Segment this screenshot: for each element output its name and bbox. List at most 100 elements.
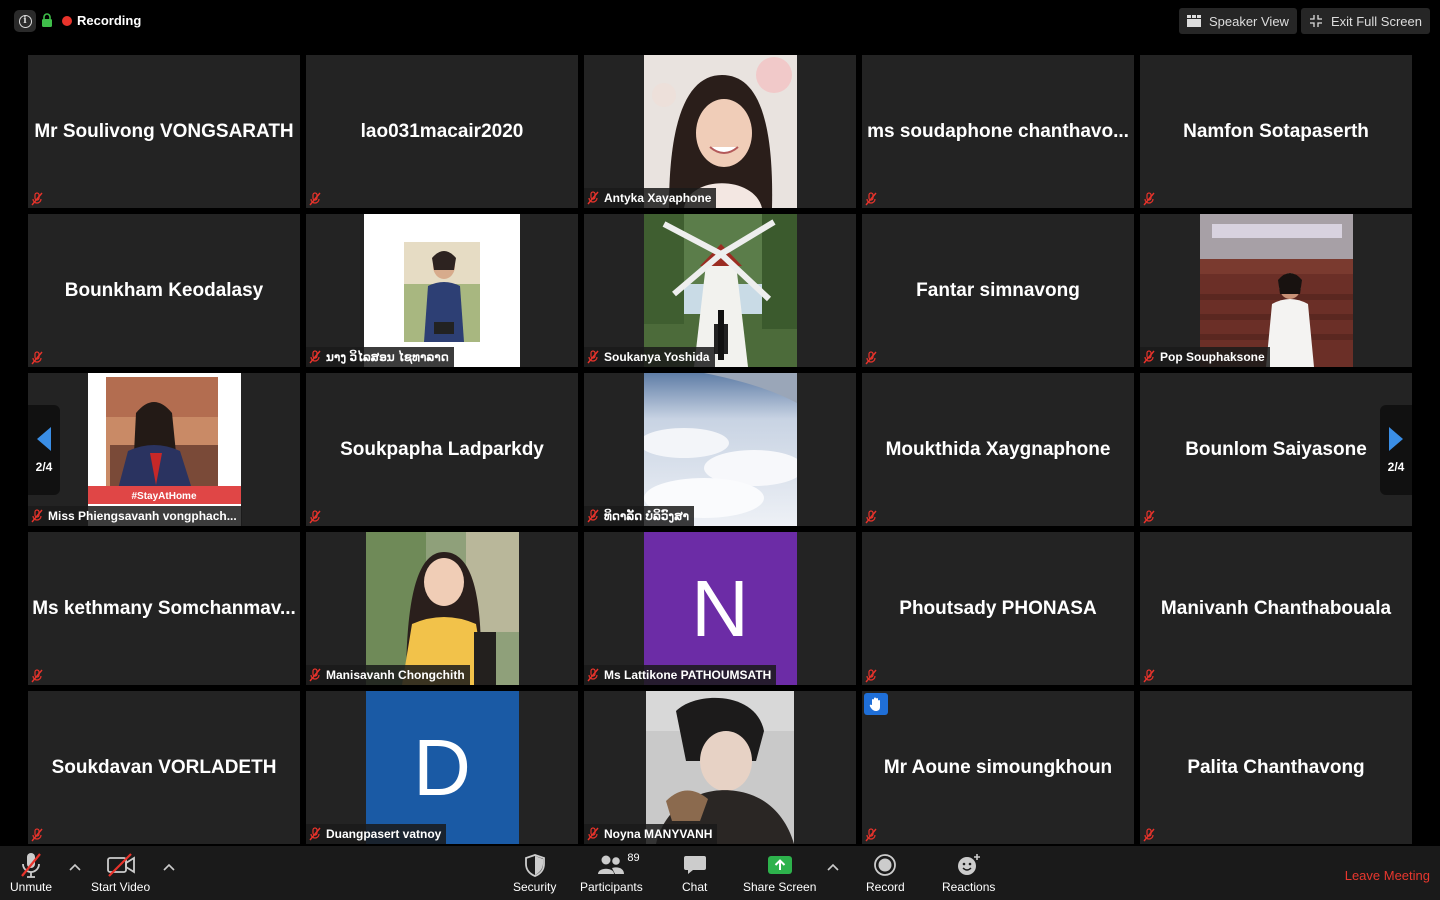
participant-tile[interactable]: Mr Aoune simoungkhoun	[862, 691, 1134, 844]
exit-full-screen-button[interactable]: Exit Full Screen	[1300, 8, 1430, 34]
participants-button[interactable]: 89 Participants	[580, 850, 643, 894]
participant-name-tag: Antyka Xayaphone	[584, 188, 717, 208]
share-screen-label: Share Screen	[743, 880, 817, 894]
muted-mic-icon	[1143, 350, 1155, 364]
participant-tile[interactable]: Fantar simnavong	[862, 214, 1134, 367]
muted-mic-icon	[865, 669, 877, 683]
security-button[interactable]: Security	[513, 850, 556, 894]
recording-dot-icon	[62, 15, 72, 26]
participant-tile[interactable]: Noyna MANYVANH	[584, 691, 856, 844]
muted-mic-icon	[309, 510, 321, 524]
muted-mic-icon	[309, 827, 321, 841]
participant-video	[639, 373, 804, 526]
participant-tile[interactable]: D Duangpasert vatnoy	[306, 691, 578, 844]
svg-text:N: N	[691, 564, 749, 653]
share-screen-icon	[767, 856, 792, 874]
participant-name-tag: ນາງ ວິໄລສອນ ໄຊທາລາດ	[306, 347, 454, 367]
participant-name: Duangpasert vatnoy	[326, 827, 442, 841]
participant-tile[interactable]: Manisavanh Chongchith	[306, 532, 578, 685]
participant-name: ms soudaphone chanthavo...	[867, 120, 1129, 142]
participant-tile[interactable]: Mr Soulivong VONGSARATH	[28, 55, 300, 208]
leave-meeting-button[interactable]: Leave Meeting	[1345, 868, 1430, 883]
lock-icon[interactable]	[41, 13, 53, 27]
recording-label: Recording	[77, 13, 142, 28]
participant-tile[interactable]: Ms kethmany Somchanmav...	[28, 532, 300, 685]
participant-name: Antyka Xayaphone	[604, 191, 712, 205]
arrow-right-icon	[1389, 427, 1403, 451]
record-button[interactable]: Record	[866, 850, 905, 894]
recording-indicator[interactable]: Recording	[62, 13, 141, 28]
muted-mic-icon	[31, 669, 43, 683]
participant-tile[interactable]: ນາງ ວິໄລສອນ ໄຊທາລາດ	[306, 214, 578, 367]
muted-mic-icon	[1143, 192, 1155, 206]
unmute-button[interactable]: Unmute	[10, 850, 52, 894]
muted-mic-icon	[31, 351, 43, 365]
previous-page-button[interactable]: 2/4	[28, 405, 60, 495]
participant-tile[interactable]: Manivanh Chanthabouala	[1140, 532, 1412, 685]
next-page-button[interactable]: 2/4	[1380, 405, 1412, 495]
start-video-button[interactable]: Start Video	[91, 850, 150, 894]
participant-name-tag: Miss Phiengsavanh vongphach...	[28, 506, 242, 526]
muted-mic-icon	[309, 668, 321, 682]
participant-tile[interactable]: ms soudaphone chanthavo...	[862, 55, 1134, 208]
participant-tile[interactable]: Soukdavan VORLADETH	[28, 691, 300, 844]
chat-bubble-icon	[683, 856, 706, 874]
reaction-emoji-icon	[957, 854, 980, 875]
participant-tile[interactable]: Antyka Xayaphone	[584, 55, 856, 208]
chat-label: Chat	[682, 880, 708, 894]
muted-mic-icon	[587, 191, 599, 205]
participant-tile[interactable]: Bounkham Keodalasy	[28, 214, 300, 367]
video-options-caret-icon[interactable]	[162, 862, 176, 872]
muted-mic-icon	[587, 350, 599, 364]
share-screen-button[interactable]: Share Screen	[743, 850, 816, 894]
participant-tile[interactable]: N Ms Lattikone PATHOUMSATH	[584, 532, 856, 685]
participant-tile[interactable]: Phoutsady PHONASA	[862, 532, 1134, 685]
speaker-view-button[interactable]: Speaker View	[1178, 8, 1297, 34]
participant-tile[interactable]: Palita Chanthavong	[1140, 691, 1412, 844]
participant-tile[interactable]: #StayAtHome Miss Phiengsavanh vongphach..…	[28, 373, 300, 526]
audio-options-caret-icon[interactable]	[68, 862, 82, 872]
participant-name: Soukanya Yoshida	[604, 350, 710, 364]
share-options-caret-icon[interactable]	[826, 862, 840, 872]
muted-mic-icon	[31, 192, 43, 206]
participant-tile[interactable]: Namfon Sotapaserth	[1140, 55, 1412, 208]
participant-name-tag: Ms Lattikone PATHOUMSATH	[584, 665, 777, 685]
speaker-view-icon	[1186, 15, 1201, 27]
participant-name: lao031macair2020	[360, 120, 524, 142]
muted-mic-icon	[1143, 669, 1155, 683]
exit-full-screen-icon	[1309, 15, 1322, 27]
participant-name: ທິດາລັດ ບໍລິວົງສາ	[604, 509, 690, 523]
participant-name: ນາງ ວິໄລສອນ ໄຊທາລາດ	[326, 350, 449, 364]
participant-tile[interactable]: ທິດາລັດ ບໍລິວົງສາ	[584, 373, 856, 526]
participant-video	[646, 691, 794, 844]
participant-tile[interactable]: lao031macair2020	[306, 55, 578, 208]
muted-mic-icon	[865, 510, 877, 524]
muted-mic-icon	[1143, 510, 1155, 524]
participant-tile[interactable]: Soukanya Yoshida	[584, 214, 856, 367]
participant-name: Manisavanh Chongchith	[326, 668, 465, 682]
participant-name: Pop Souphaksone	[1160, 350, 1265, 364]
participant-tile[interactable]: Bounlom Saiyasone	[1140, 373, 1412, 526]
muted-mic-icon	[31, 828, 43, 842]
participants-count: 89	[627, 852, 640, 864]
participant-tile[interactable]: Soukpapha Ladparkdy	[306, 373, 578, 526]
participant-name: Miss Phiengsavanh vongphach...	[48, 509, 237, 523]
participant-tile[interactable]: Pop Souphaksone	[1140, 214, 1412, 367]
shield-icon	[524, 854, 545, 877]
reactions-button[interactable]: Reactions	[942, 850, 995, 894]
top-bar: i Recording Speaker View Exit Full Scree…	[0, 0, 1440, 42]
info-icon: i	[18, 14, 32, 28]
security-label: Security	[513, 880, 557, 894]
chat-button[interactable]: Chat	[682, 850, 707, 894]
mute-indicator	[28, 349, 46, 367]
participant-name: Phoutsady PHONASA	[899, 597, 1097, 619]
reactions-label: Reactions	[942, 880, 996, 894]
meeting-info-button[interactable]: i	[14, 10, 36, 32]
participant-tile[interactable]: Moukthida Xaygnaphone	[862, 373, 1134, 526]
participant-name: Ms kethmany Somchanmav...	[32, 597, 296, 619]
participant-video	[364, 214, 520, 367]
muted-mic-icon	[865, 828, 877, 842]
participant-video	[1200, 214, 1353, 367]
participant-name-tag: Soukanya Yoshida	[584, 347, 715, 367]
mute-indicator	[862, 349, 880, 367]
